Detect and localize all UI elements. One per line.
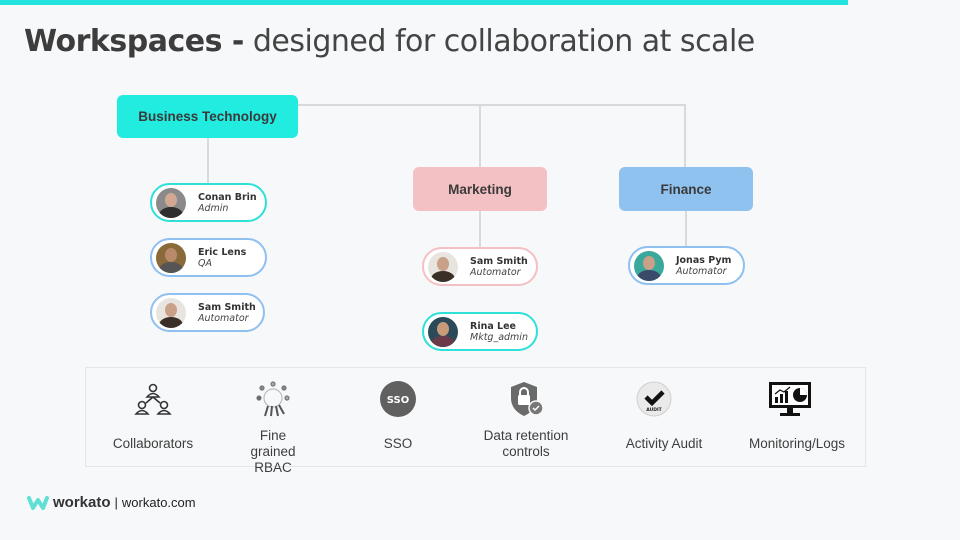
svg-text:AUDIT: AUDIT (646, 407, 662, 413)
member-name: Eric Lens (198, 246, 247, 258)
footer: workato | workato.com (27, 494, 196, 511)
member-name: Jonas Pym (676, 254, 732, 266)
member-card[interactable]: Sam Smith Automator (150, 293, 265, 332)
connector-finance (684, 104, 686, 168)
footer-separator: | (114, 495, 118, 510)
avatar (156, 297, 186, 328)
feature-label: Monitoring/Logs (748, 436, 846, 451)
dept-label: Business Technology (138, 109, 277, 124)
avatar (428, 251, 458, 282)
member-name: Rina Lee (470, 320, 516, 332)
feature-label: Activity Audit (625, 436, 703, 451)
connector-bt-down (207, 137, 209, 185)
member-card[interactable]: Eric Lens QA (150, 238, 267, 277)
features-panel: Collaborators Fine grained RBAC SSO SSO … (85, 367, 866, 475)
rbac-keys-icon (256, 381, 290, 417)
workato-logo-icon (27, 495, 49, 510)
member-role: QA (198, 257, 212, 269)
dept-finance[interactable]: Finance (619, 167, 753, 211)
shield-lock-icon (511, 382, 544, 416)
connector-mkt-down (479, 210, 481, 248)
title-bold: Workspaces - (24, 24, 244, 59)
member-role: Automator (198, 312, 249, 324)
member-name: Sam Smith (198, 301, 256, 313)
monitor-chart-icon (769, 382, 811, 416)
member-name: Sam Smith (470, 255, 528, 267)
avatar (156, 242, 186, 273)
svg-text:SSO: SSO (387, 395, 409, 406)
audit-check-icon: AUDIT (636, 381, 672, 417)
avatar (634, 250, 664, 281)
feature-label: Data retention controls (483, 428, 569, 459)
slide-title: Workspaces - designed for collaboration … (24, 24, 755, 59)
avatar (156, 187, 186, 218)
member-role: Automator (470, 266, 521, 278)
dept-label: Finance (660, 181, 712, 197)
brand-name: workato (53, 494, 111, 511)
member-role: Mktg_admin (470, 331, 528, 343)
dept-marketing[interactable]: Marketing (413, 167, 547, 211)
dept-business-technology[interactable]: Business Technology (117, 95, 298, 138)
member-card[interactable]: Conan Brin Admin (150, 183, 267, 222)
collaborators-icon (134, 383, 172, 415)
member-card[interactable]: Rina Lee Mktg_admin (422, 312, 538, 351)
member-card[interactable]: Jonas Pym Automator (628, 246, 745, 285)
feature-label: Collaborators (112, 436, 194, 451)
feature-label: Fine grained RBAC (250, 428, 296, 475)
dept-label: Marketing (448, 181, 512, 197)
footer-url[interactable]: workato.com (122, 495, 196, 510)
avatar (428, 316, 458, 347)
connector-top (298, 104, 685, 106)
member-role: Automator (676, 265, 727, 277)
sso-icon: SSO (380, 381, 416, 417)
accent-bar (0, 0, 848, 5)
connector-marketing (479, 104, 481, 168)
feature-label: SSO (383, 436, 413, 451)
title-rest: designed for collaboration at scale (252, 24, 755, 59)
connector-fin-down (685, 210, 687, 248)
member-card[interactable]: Sam Smith Automator (422, 247, 538, 286)
member-role: Admin (198, 202, 229, 214)
member-name: Conan Brin (198, 191, 257, 203)
